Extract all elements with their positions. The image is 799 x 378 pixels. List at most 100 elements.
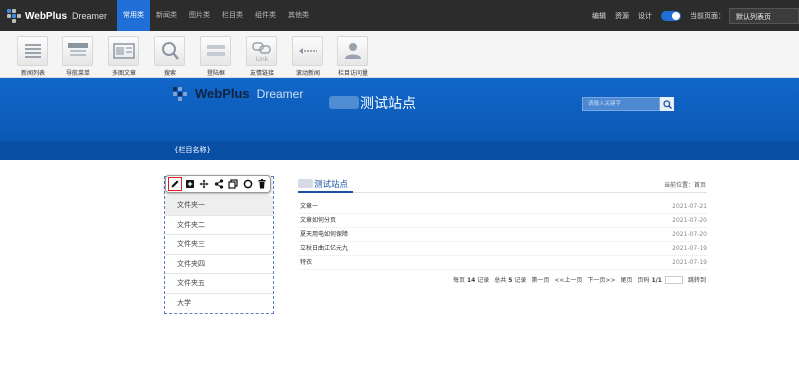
per-page-text: 每页 14 记录 xyxy=(453,277,490,284)
resources-link[interactable]: 资源 xyxy=(615,11,629,21)
login-box-icon xyxy=(200,36,231,66)
trash-icon xyxy=(258,179,266,189)
site-banner: WebPlus Dreamer 测试站点 请输入关键字 xyxy=(0,78,799,141)
link-icon: Link xyxy=(246,36,277,66)
column-name-placeholder[interactable]: {栏目名称} xyxy=(174,141,211,160)
banner-logo-sub: Dreamer xyxy=(256,86,304,101)
current-page-select[interactable]: 默认列表页 xyxy=(729,7,799,24)
move-icon xyxy=(199,179,209,189)
edit-circle-button[interactable] xyxy=(241,177,255,191)
article-title[interactable]: 夏天用电如何保障 xyxy=(298,228,348,241)
article-date: 2021-07-20 xyxy=(672,217,707,224)
sidebar-item-university[interactable]: 大学 xyxy=(165,294,273,314)
article-date: 2021-07-19 xyxy=(672,245,707,252)
design-toggle[interactable] xyxy=(661,10,681,21)
tab-images[interactable]: 图片类 xyxy=(183,0,216,31)
tool-scroll-news[interactable]: 滚动新闻 xyxy=(287,34,329,77)
redacted-site-name xyxy=(329,96,359,109)
share-icon xyxy=(214,179,223,189)
top-bar: WebPlus Dreamer 常用类 新闻类 图片类 栏目类 组件类 其他类 … xyxy=(0,0,799,31)
current-page-label: 当前页面： xyxy=(690,11,725,20)
sidebar-item-folder-1[interactable]: 文件夹一 xyxy=(165,196,273,216)
tool-nav-menu[interactable]: 导航菜单 xyxy=(57,34,99,77)
article-title[interactable]: 文章如何分页 xyxy=(298,214,336,227)
list-item[interactable]: 文章如何分页 2021-07-20 xyxy=(298,214,707,228)
banner-logo-text: WebPlus xyxy=(195,86,250,101)
article-title[interactable]: 文章一 xyxy=(298,200,318,213)
sidebar-item-folder-2[interactable]: 文件夹二 xyxy=(165,216,273,235)
circle-icon xyxy=(243,179,252,189)
banner-logo: WebPlus Dreamer xyxy=(173,86,303,101)
logo-text: WebPlus xyxy=(25,10,68,22)
title-underline xyxy=(298,191,353,193)
tab-components[interactable]: 组件类 xyxy=(249,0,282,31)
tab-columns[interactable]: 栏目类 xyxy=(216,0,249,31)
tab-other[interactable]: 其他类 xyxy=(282,0,315,31)
visitors-icon xyxy=(337,36,368,66)
breadcrumb: 当前位置：首页 xyxy=(663,182,706,189)
main-title-text: 测试站点 xyxy=(314,180,349,190)
tool-friend-link[interactable]: Link 友情链接 xyxy=(241,34,283,77)
edit-copy-button[interactable] xyxy=(226,177,240,191)
search-input[interactable]: 请输入关键字 xyxy=(582,97,660,111)
logo-sub: Dreamer xyxy=(72,11,108,21)
list-item[interactable]: 文章一 2021-07-21 xyxy=(298,200,707,214)
first-page-link[interactable]: 第一页 xyxy=(531,275,549,284)
redacted-title-prefix xyxy=(298,179,313,188)
search-icon xyxy=(662,99,672,109)
scroll-news-icon xyxy=(292,36,323,66)
tab-news[interactable]: 新闻类 xyxy=(150,0,183,31)
edit-move-button[interactable] xyxy=(197,177,211,191)
multi-image-icon xyxy=(108,36,139,66)
edit-add-button[interactable] xyxy=(183,177,197,191)
tool-news-list[interactable]: 新闻列表 xyxy=(12,34,54,77)
component-toolbar: 新闻列表 导航菜单 多图文章 搜索 登陆框 Link 友情链接 滚动新闻 栏目访… xyxy=(0,31,799,78)
edit-share-button[interactable] xyxy=(212,177,226,191)
top-right-controls: 编辑 资源 设计 当前页面： 默认列表页 xyxy=(592,0,799,31)
article-date: 2021-07-19 xyxy=(672,259,707,266)
pagination: 每页 14 记录 总共 5 记录 第一页 <<上一页 下一页>> 尾页 页码 1… xyxy=(448,275,706,284)
svg-text:Link: Link xyxy=(256,56,269,62)
prev-page-link[interactable]: <<上一页 xyxy=(554,275,582,284)
tool-multi-image[interactable]: 多图文章 xyxy=(103,34,145,77)
goto-page-button[interactable]: 跳转到 xyxy=(688,275,706,284)
logo-mark-icon xyxy=(7,9,21,23)
search-button[interactable] xyxy=(660,97,674,111)
last-page-link[interactable]: 尾页 xyxy=(620,275,632,284)
list-item[interactable]: 立秋日曲江亿元九 2021-07-19 xyxy=(298,242,707,256)
edit-delete-button[interactable] xyxy=(255,177,269,191)
list-icon xyxy=(17,36,48,66)
column-nav-bar: {栏目名称} xyxy=(0,141,799,160)
article-title[interactable]: 立秋日曲江亿元九 xyxy=(298,242,348,255)
site-title: 测试站点 xyxy=(360,96,416,112)
total-text: 总共 5 记录 xyxy=(494,277,527,284)
site-search: 请输入关键字 xyxy=(582,97,674,111)
sidebar-item-folder-3[interactable]: 文件夹三 xyxy=(165,235,273,255)
design-link[interactable]: 设计 xyxy=(638,11,652,21)
edit-pencil-button[interactable] xyxy=(168,177,182,191)
pencil-icon xyxy=(171,180,179,188)
tool-column-visits[interactable]: 栏目访问量 xyxy=(332,34,374,77)
sidebar-item-folder-4[interactable]: 文件夹四 xyxy=(165,255,273,274)
nav-menu-icon xyxy=(62,36,93,66)
copy-icon xyxy=(228,179,238,189)
list-item[interactable]: 夏天用电如何保障 2021-07-20 xyxy=(298,228,707,242)
article-list: 文章一 2021-07-21 文章如何分页 2021-07-20 夏天用电如何保… xyxy=(298,200,707,270)
article-date: 2021-07-21 xyxy=(672,203,707,210)
search-icon xyxy=(154,36,185,66)
category-tabs: 常用类 新闻类 图片类 栏目类 组件类 其他类 xyxy=(117,0,315,31)
next-page-link[interactable]: 下一页>> xyxy=(587,275,615,284)
banner-logo-mark-icon xyxy=(173,86,187,101)
app-logo[interactable]: WebPlus Dreamer xyxy=(7,8,107,24)
list-item[interactable]: 特衣 2021-07-19 xyxy=(298,256,707,270)
goto-page-input[interactable] xyxy=(664,275,683,284)
sidebar-list: 文件夹一 文件夹二 文件夹三 文件夹四 文件夹五 大学 xyxy=(165,196,273,313)
sidebar-item-folder-5[interactable]: 文件夹五 xyxy=(165,274,273,294)
tool-search[interactable]: 搜索 xyxy=(149,34,191,77)
edit-link[interactable]: 编辑 xyxy=(592,11,606,21)
article-title[interactable]: 特衣 xyxy=(298,256,312,269)
article-date: 2021-07-20 xyxy=(672,231,707,238)
title-divider xyxy=(298,192,707,193)
tab-common[interactable]: 常用类 xyxy=(117,0,150,31)
tool-login-box[interactable]: 登陆框 xyxy=(195,34,237,77)
